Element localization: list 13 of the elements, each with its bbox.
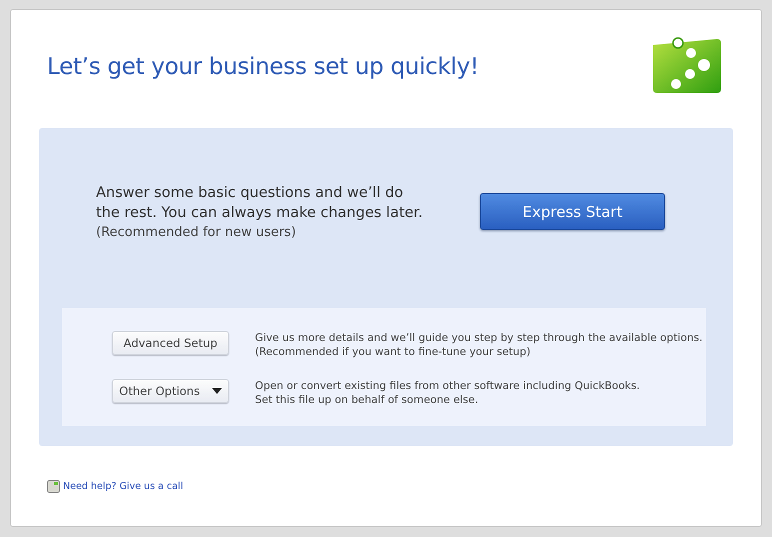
option-description: Open or convert existing files from other software including QuickBooks.	[255, 379, 640, 393]
option-description: Give us more details and we’ll guide you step by step through the available options.	[255, 331, 703, 345]
express-description: Answer some basic questions and we’ll do	[96, 184, 404, 203]
caret-icon	[212, 388, 222, 394]
express-start-button[interactable]: Express Start	[480, 193, 665, 230]
options-dropdown[interactable]: Other Options	[112, 379, 229, 403]
page-title: Let’s get your business set up quickly!	[47, 54, 479, 80]
option-description: Set this file up on behalf of someone else.	[255, 393, 480, 407]
express-description: the rest. You can always make changes later.	[96, 204, 423, 223]
option-description: (Recommended if you want to fine-tune your setup)	[255, 345, 532, 359]
setup-button[interactable]: Advanced Setup	[112, 331, 229, 355]
help-link[interactable]: Need help? Give us a call	[63, 481, 184, 492]
express-note: (Recommended for new users)	[96, 225, 298, 240]
